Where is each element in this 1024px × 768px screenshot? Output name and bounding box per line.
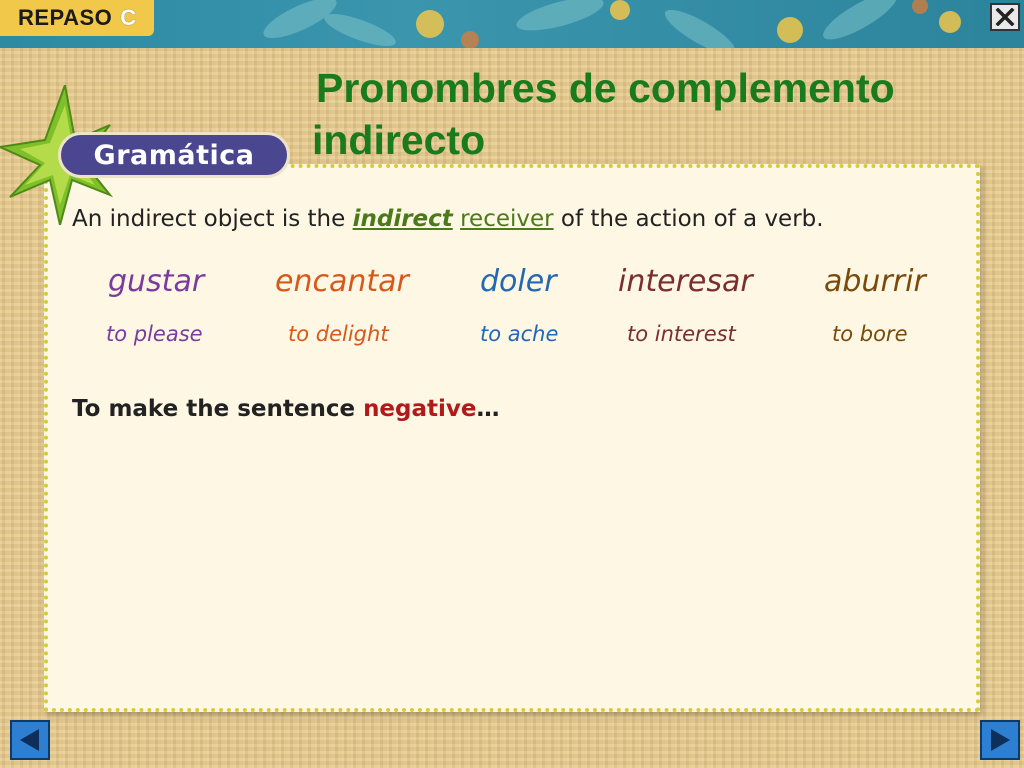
page-title: Pronombres de complemento indirecto xyxy=(312,62,992,166)
intro-highlight-receiver: receiver xyxy=(460,206,554,232)
translation-aburrir: to bore xyxy=(832,322,908,346)
negative-before: To make the sentence xyxy=(72,396,364,422)
section-label: REPASO C xyxy=(0,0,155,36)
arrow-left-icon xyxy=(20,729,39,751)
translation-encantar: to delight xyxy=(288,322,389,346)
intro-before: An indirect object is the xyxy=(72,206,353,232)
intro-text: An indirect object is the indirect recei… xyxy=(72,206,972,232)
next-button[interactable] xyxy=(980,720,1020,760)
translation-doler: to ache xyxy=(480,322,559,346)
verb-encantar: encantar xyxy=(275,264,409,299)
translation-gustar: to please xyxy=(106,322,203,346)
verb-aburrir: aburrir xyxy=(824,264,926,299)
section-label-letter: C xyxy=(120,5,137,30)
page-title-line1: Pronombres de complemento xyxy=(316,65,895,111)
verb-doler: doler xyxy=(480,264,557,299)
intro-highlight-indirect: indirect xyxy=(352,206,453,232)
gramatica-badge: Gramática xyxy=(58,132,290,178)
close-button[interactable] xyxy=(990,3,1020,31)
top-banner: REPASO C xyxy=(0,0,1024,48)
negative-text: To make the sentence negative… xyxy=(72,396,500,422)
close-icon xyxy=(995,8,1015,26)
verb-gustar: gustar xyxy=(108,264,205,299)
negative-word: negative xyxy=(363,396,477,422)
page-title-line2: indirecto xyxy=(312,117,486,163)
prev-button[interactable] xyxy=(10,720,50,760)
translation-interesar: to interest xyxy=(627,322,736,346)
content-box xyxy=(44,164,980,712)
verb-interesar: interesar xyxy=(618,264,753,299)
section-label-text: REPASO xyxy=(18,5,113,30)
intro-after: of the action of a verb. xyxy=(553,206,824,232)
arrow-right-icon xyxy=(991,729,1010,751)
negative-after: … xyxy=(476,396,500,422)
